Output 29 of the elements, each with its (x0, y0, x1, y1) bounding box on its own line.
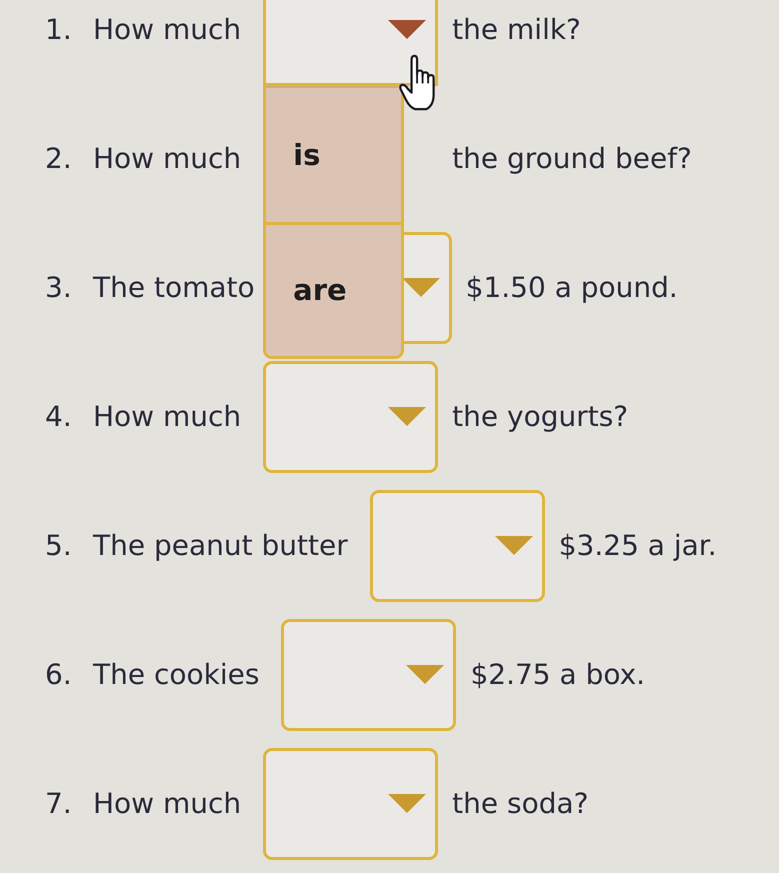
caret-icon (388, 407, 426, 426)
question-number: 6. (45, 658, 73, 691)
question-number: 2. (45, 142, 73, 175)
question-text: $2.75 a box. (470, 658, 646, 691)
question-number: 1. (45, 13, 73, 46)
question-text: the ground beef? (452, 142, 692, 175)
question-text: $3.25 a jar. (558, 529, 717, 562)
caret-icon (406, 665, 444, 684)
question-text: How much (93, 400, 242, 433)
question-text: How much (93, 13, 242, 46)
question-text: How much (93, 787, 242, 820)
menu-option[interactable]: are (266, 222, 402, 356)
question-text: The tomato (93, 271, 255, 304)
question-text: the milk? (452, 13, 581, 46)
question-text: How much (93, 142, 242, 175)
question-number: 7. (45, 787, 73, 820)
question-number: 3. (45, 271, 73, 304)
question-number: 4. (45, 400, 73, 433)
dropdown-select[interactable] (263, 0, 438, 86)
question-number: 5. (45, 529, 73, 562)
caret-icon (494, 536, 533, 555)
caret-icon (402, 278, 440, 297)
question-text: the soda? (452, 787, 589, 820)
question-text: the yogurts? (452, 400, 628, 433)
caret-icon (388, 20, 426, 39)
question-text: The cookies (93, 658, 260, 691)
question-text: $1.50 a pound. (466, 271, 678, 304)
question-text: The peanut butter (93, 529, 348, 562)
caret-icon (388, 794, 426, 813)
